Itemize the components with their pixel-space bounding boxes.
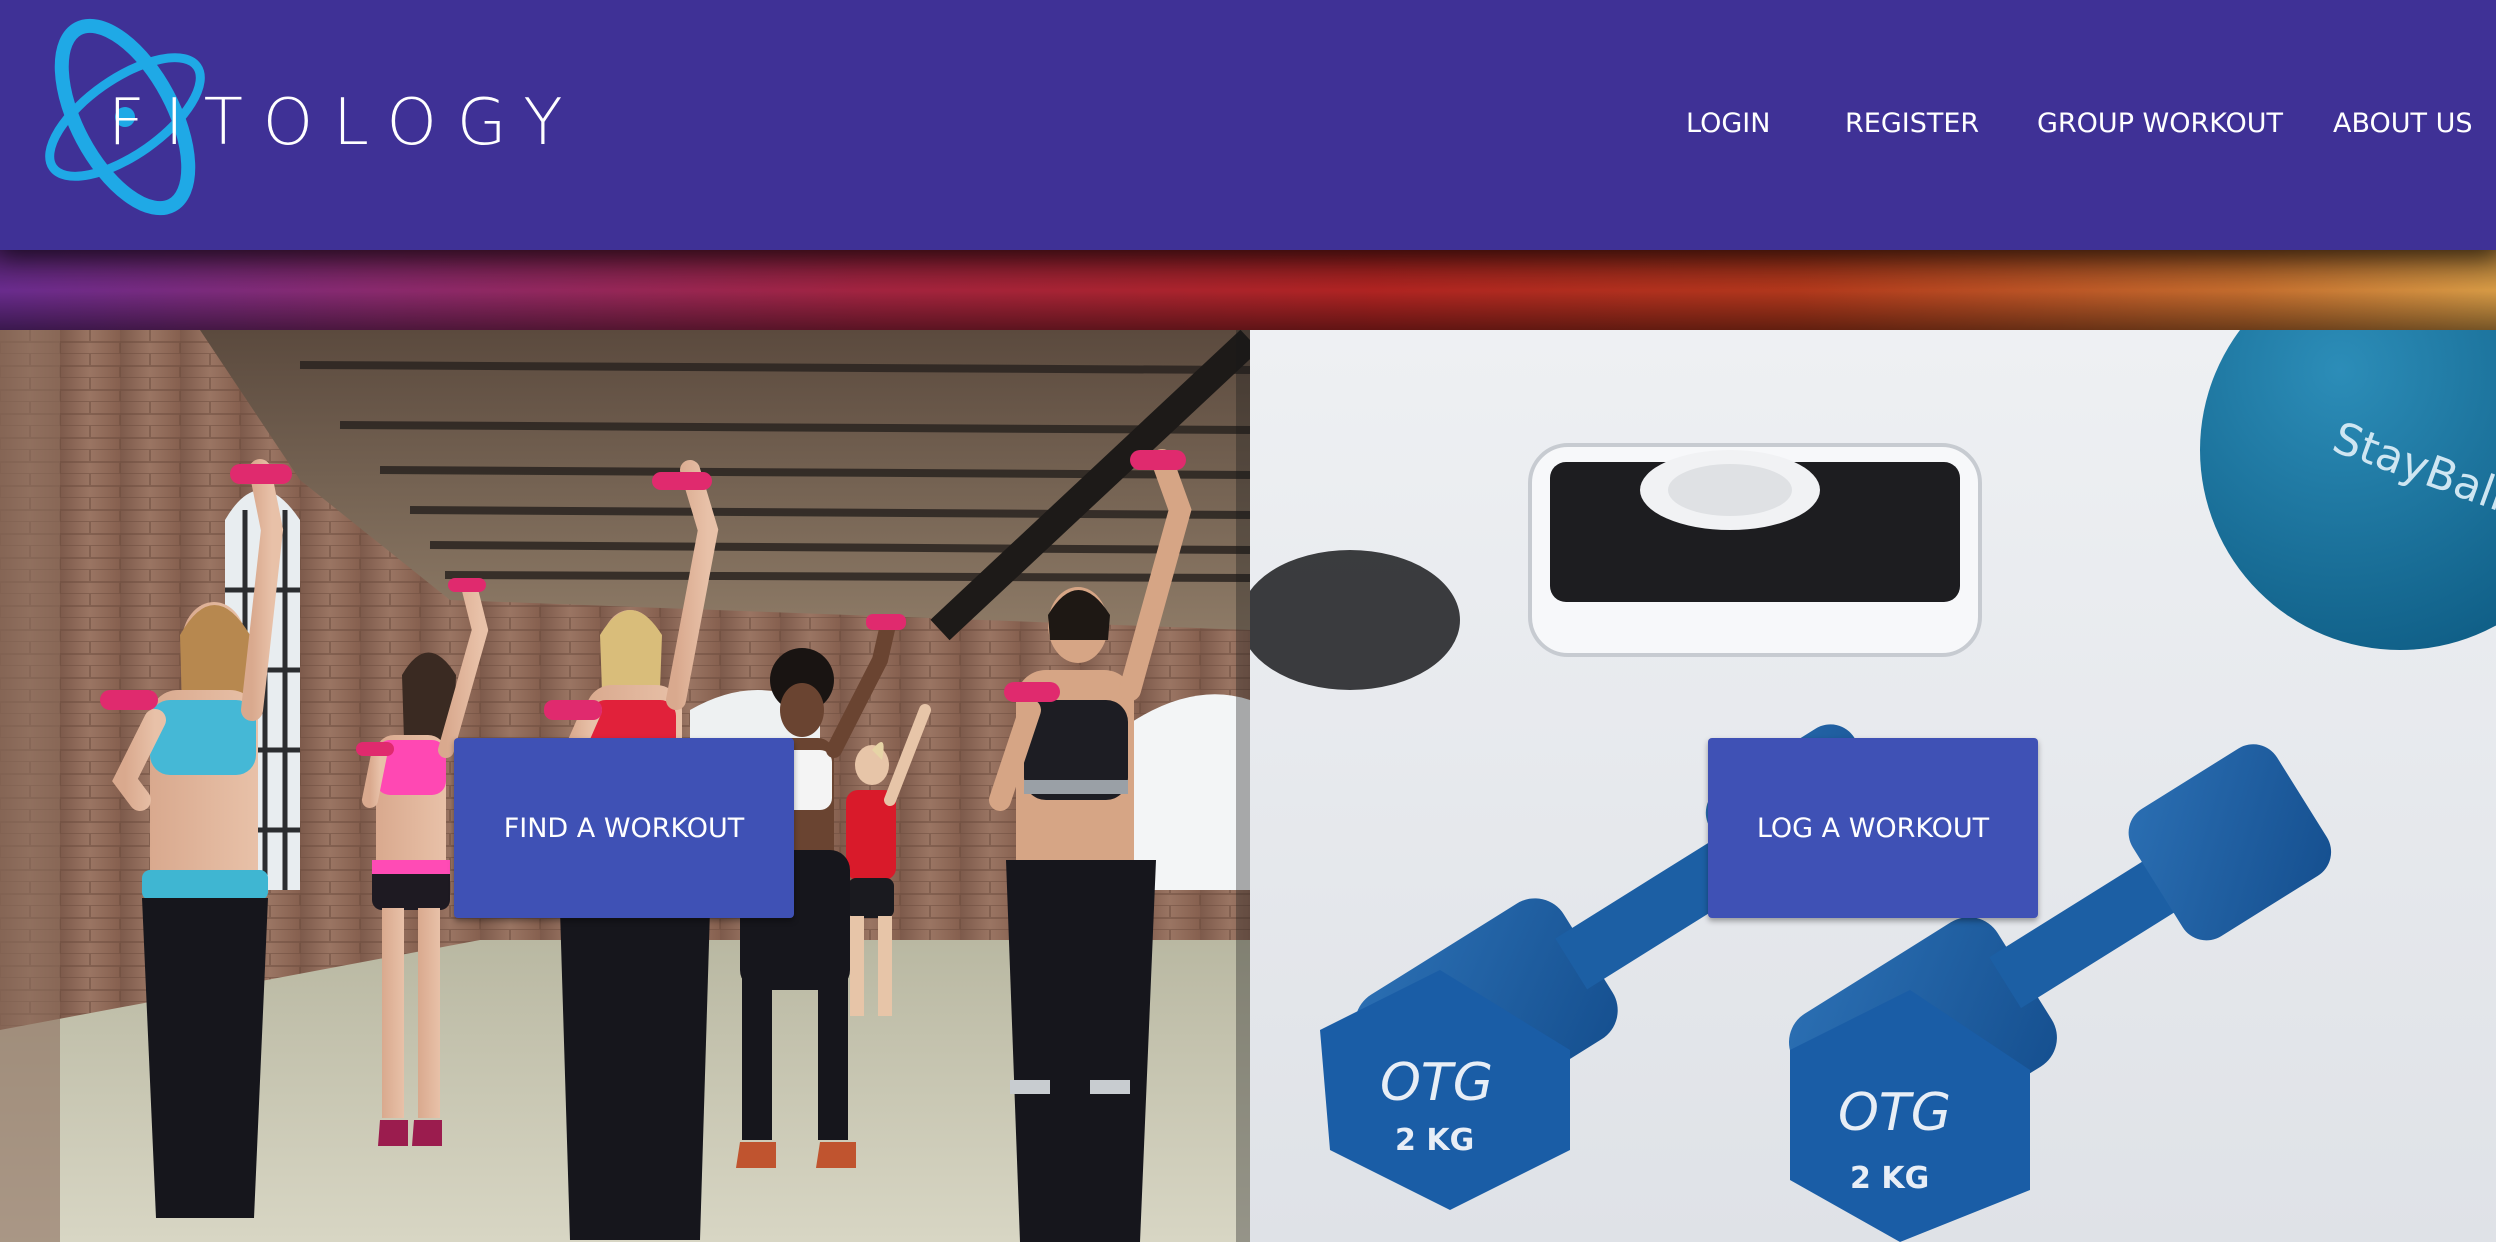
group-workout-image: FIND A WORKOUT bbox=[0, 330, 1250, 1242]
nav-login[interactable]: LOGIN bbox=[1686, 104, 1770, 144]
dumbbell-weight-2: 2 KG bbox=[1850, 1161, 1929, 1196]
site-header: FITOLOGY LOGIN REGISTER GROUP WORKOUT AB… bbox=[0, 0, 2496, 250]
dumbbells-image: StayBall OTG 2 KG OTG 2 KG LOG A WORKOUT bbox=[1250, 330, 2496, 1242]
nav-group-workout[interactable]: GROUP WORKOUT bbox=[2037, 104, 2283, 144]
dumbbell-weight-1: 2 KG bbox=[1395, 1123, 1474, 1158]
log-workout-button[interactable]: LOG A WORKOUT bbox=[1708, 738, 2038, 918]
nav-about-us[interactable]: ABOUT US bbox=[2333, 104, 2473, 144]
dumbbell-brand-2: OTG bbox=[1838, 1083, 1951, 1143]
dumbbell-brand-1: OTG bbox=[1380, 1053, 1493, 1113]
nav-register[interactable]: REGISTER bbox=[1845, 104, 1979, 144]
main-nav: LOGIN REGISTER GROUP WORKOUT ABOUT US bbox=[0, 0, 2496, 250]
find-workout-button[interactable]: FIND A WORKOUT bbox=[454, 738, 794, 918]
